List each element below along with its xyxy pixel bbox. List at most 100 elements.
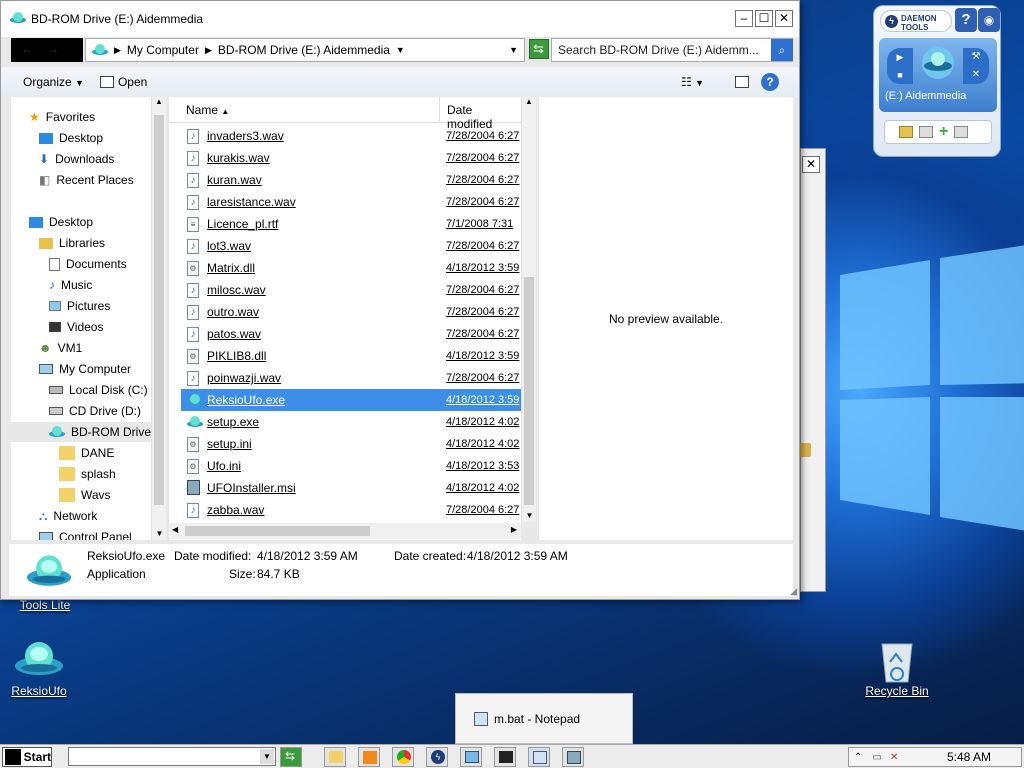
- taskbar-chrome-button[interactable]: [392, 747, 414, 767]
- file-row[interactable]: ReksioUfo.exe 4/18/2012 3:59: [181, 389, 521, 411]
- nav-item-desktop[interactable]: Desktop: [39, 128, 103, 148]
- help-icon[interactable]: ?: [761, 73, 779, 91]
- nav-item-recent-places[interactable]: ◧ Recent Places: [39, 170, 134, 190]
- refresh-button[interactable]: ⇆: [529, 39, 549, 59]
- back-forward-buttons[interactable]: ← →: [11, 38, 83, 62]
- column-divider[interactable]: [439, 97, 440, 123]
- title-bar[interactable]: BD-ROM Drive (E:) Aidemmedia – ☐ ✕: [1, 1, 799, 37]
- file-row[interactable]: ♪ laresistance.wav 7/28/2004 6:27: [181, 191, 521, 213]
- taskbar-media-button[interactable]: [358, 747, 380, 767]
- file-name[interactable]: laresistance.wav: [207, 195, 296, 209]
- file-row[interactable]: ≡ Licence_pl.rtf 7/1/2008 7:31: [181, 213, 521, 235]
- help-icon[interactable]: ?: [955, 8, 977, 32]
- taskbar-installer-button[interactable]: [562, 747, 584, 767]
- nav-item-downloads[interactable]: ⬇ Downloads: [39, 149, 114, 169]
- file-row[interactable]: ♪ poinwazji.wav 7/28/2004 6:27: [181, 367, 521, 389]
- desktop-icon-recycle-bin[interactable]: Recycle Bin: [852, 638, 942, 698]
- scroll-down-icon[interactable]: ▼: [152, 529, 167, 538]
- image-catalog-icon[interactable]: [919, 126, 933, 138]
- desktop-icon-tools-lite[interactable]: Tools Lite: [0, 598, 90, 612]
- nav-item-wavs[interactable]: Wavs: [59, 485, 111, 505]
- file-row[interactable]: ♪ outro.wav 7/28/2004 6:27: [181, 301, 521, 323]
- file-row[interactable]: ⚙ setup.ini 4/18/2012 4:02: [181, 433, 521, 455]
- file-row[interactable]: ⚙ PIKLIB8.dll 4/18/2012 3:59: [181, 345, 521, 367]
- file-name[interactable]: PIKLIB8.dll: [207, 349, 266, 363]
- speaker-icon[interactable]: ✕: [890, 752, 898, 763]
- file-row[interactable]: ⚙ Ufo.ini 4/18/2012 3:53: [181, 455, 521, 477]
- nav-item-favorites[interactable]: ★ Favorites: [29, 107, 95, 127]
- taskbar-go-button[interactable]: ⇆: [280, 747, 302, 767]
- background-window[interactable]: ✕: [799, 148, 826, 592]
- file-name[interactable]: setup.exe: [207, 415, 259, 429]
- desktop-icon-reksioufo[interactable]: ReksioUfo: [0, 634, 84, 698]
- file-name[interactable]: patos.wav: [207, 327, 261, 341]
- remove-drive-icon[interactable]: [954, 126, 969, 138]
- maximize-button[interactable]: ☐: [755, 10, 773, 27]
- file-row[interactable]: ♪ kurakis.wav 7/28/2004 6:27: [181, 147, 521, 169]
- nav-item-pictures[interactable]: Pictures: [49, 296, 110, 316]
- file-name[interactable]: Ufo.ini: [207, 459, 241, 473]
- address-bar[interactable]: ▶ My Computer ▶ BD-ROM Drive (E:) Aidemm…: [85, 38, 525, 62]
- file-row[interactable]: ♪ lot3.wav 7/28/2004 6:27: [181, 235, 521, 257]
- scroll-up-icon[interactable]: ▲: [522, 97, 536, 106]
- nav-item-network[interactable]: ⛬ Network: [39, 506, 97, 526]
- nav-item-local-disk[interactable]: Local Disk (C:): [49, 380, 148, 400]
- file-name[interactable]: invaders3.wav: [207, 129, 284, 143]
- forward-arrow-icon[interactable]: →: [47, 42, 59, 56]
- close-button[interactable]: ✕: [775, 10, 793, 27]
- start-button[interactable]: Start: [2, 747, 52, 767]
- nav-item-splash[interactable]: splash: [59, 464, 116, 484]
- file-name[interactable]: kuran.wav: [207, 173, 262, 187]
- file-list-scrollbar[interactable]: ▲ ▼: [521, 97, 536, 522]
- nav-item-music[interactable]: ♪ Music: [49, 275, 92, 295]
- file-name[interactable]: lot3.wav: [207, 239, 251, 253]
- file-name[interactable]: outro.wav: [207, 305, 259, 319]
- taskbar-cmd-button[interactable]: [494, 747, 516, 767]
- nav-item-vm1[interactable]: ☻ VM1: [39, 338, 82, 358]
- nav-item-my-computer[interactable]: My Computer: [39, 359, 131, 379]
- view-options-icon[interactable]: ☷ ▼: [681, 75, 704, 89]
- nav-item-control-panel[interactable]: Control Panel: [39, 527, 132, 540]
- file-name[interactable]: UFOInstaller.msi: [207, 481, 296, 495]
- chevron-right-icon[interactable]: ▶: [205, 45, 212, 56]
- play-icon[interactable]: ▶ ■: [887, 48, 913, 84]
- clock[interactable]: 5:48 AM: [947, 750, 991, 764]
- file-row[interactable]: ⚙ Matrix.dll 4/18/2012 3:59: [181, 257, 521, 279]
- network-icon[interactable]: ▭: [872, 752, 881, 763]
- nav-scrollbar[interactable]: ▲ ▼: [151, 97, 166, 540]
- chevron-down-icon[interactable]: ▼: [260, 749, 274, 764]
- file-name[interactable]: kurakis.wav: [207, 151, 270, 165]
- preview-pane-icon[interactable]: [735, 76, 749, 88]
- taskbar-window-button[interactable]: [460, 747, 482, 767]
- nav-item-cd-drive[interactable]: CD Drive (D:): [49, 401, 141, 421]
- file-name[interactable]: zabba.wav: [207, 503, 264, 517]
- rss-icon[interactable]: ◉: [978, 8, 1000, 32]
- scroll-thumb[interactable]: [185, 526, 370, 536]
- scroll-thumb[interactable]: [524, 277, 534, 505]
- file-name[interactable]: milosc.wav: [207, 283, 266, 297]
- nav-item-bd-rom-drive[interactable]: BD-ROM Drive: [11, 422, 166, 442]
- taskbar-daemon-button[interactable]: ϟ: [426, 747, 448, 767]
- breadcrumb-bd-rom[interactable]: BD-ROM Drive (E:) Aidemmedia: [218, 43, 390, 57]
- explorer-window[interactable]: BD-ROM Drive (E:) Aidemmedia – ☐ ✕ ← → ▶…: [0, 0, 800, 600]
- taskbar-preview-notepad[interactable]: m.bat - Notepad: [455, 693, 633, 744]
- address-dropdown-icon[interactable]: ▼: [509, 45, 518, 55]
- column-name[interactable]: Name ▲: [186, 103, 229, 117]
- nav-item-dane[interactable]: DANE: [59, 443, 114, 463]
- search-input[interactable]: Search BD-ROM Drive (E:) Aidemm...: [551, 38, 793, 62]
- open-button[interactable]: Open: [99, 75, 147, 89]
- file-name[interactable]: Matrix.dll: [207, 261, 255, 275]
- scroll-thumb[interactable]: [154, 115, 164, 505]
- file-name[interactable]: Licence_pl.rtf: [207, 217, 278, 231]
- nav-item-desktop-root[interactable]: Desktop: [29, 212, 93, 232]
- scroll-up-icon[interactable]: ▲: [152, 97, 166, 106]
- daemon-tools-gadget[interactable]: ϟ DAEMON TOOLS ? ◉ ▶ ■ ⚒ ✕ (E:) Aidemmedia…: [873, 5, 1001, 157]
- add-drive-icon[interactable]: +: [939, 123, 948, 141]
- scroll-left-icon[interactable]: ◀: [172, 525, 178, 534]
- taskbar-notepad-button[interactable]: [528, 747, 550, 767]
- file-row[interactable]: ♪ zabba.wav 7/28/2004 6:27: [181, 499, 521, 521]
- mount-icon[interactable]: [899, 126, 913, 138]
- breadcrumb-my-computer[interactable]: My Computer: [127, 43, 199, 57]
- file-row[interactable]: ♪ invaders3.wav 7/28/2004 6:27: [181, 125, 521, 147]
- nav-item-documents[interactable]: Documents: [49, 254, 127, 274]
